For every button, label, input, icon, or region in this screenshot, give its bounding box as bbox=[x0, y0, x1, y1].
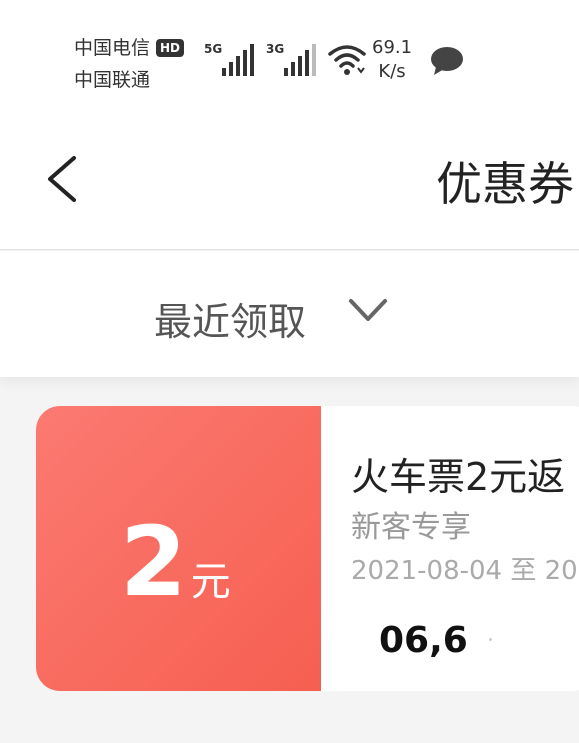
coupon-code: 06,6 bbox=[379, 620, 468, 661]
coupon-amount-panel: 2 元 bbox=[36, 406, 321, 691]
message-icon bbox=[431, 47, 463, 75]
speed-unit: K/s bbox=[378, 61, 406, 82]
wifi-icon bbox=[328, 45, 366, 75]
carrier-2-name: 中国联通 bbox=[74, 69, 151, 91]
filter-dropdown-label[interactable]: 最近领取 bbox=[154, 291, 306, 346]
status-bar: 中国电信 HD 中国联通 5G 3G 69.1 K/s bbox=[0, 0, 579, 110]
coupon-card[interactable]: 2 元 火车票2元返 新客专享 2021-08-04 至 20 06,6 bbox=[36, 406, 579, 691]
back-button[interactable] bbox=[40, 154, 84, 204]
coupon-tag: 新客专享 bbox=[351, 510, 471, 545]
coupon-title: 火车票2元返 bbox=[351, 455, 566, 499]
coupon-amount-value: 2 bbox=[120, 506, 187, 618]
signal-bars-icon bbox=[284, 44, 316, 76]
network-speed: 69.1 K/s bbox=[372, 36, 412, 84]
carrier-1-name: 中国电信 bbox=[74, 37, 151, 59]
hd-badge: HD bbox=[156, 39, 185, 57]
signal-bars-icon bbox=[222, 44, 254, 76]
coupon-amount-unit: 元 bbox=[190, 559, 231, 605]
page-header: 优惠券 bbox=[0, 110, 579, 250]
coupon-details: 火车票2元返 新客专享 2021-08-04 至 20 06,6 bbox=[321, 406, 579, 691]
separator-dot bbox=[489, 638, 492, 641]
coupon-validity-date: 2021-08-04 至 20 bbox=[351, 556, 578, 586]
carrier-info: 中国电信 HD 中国联通 bbox=[74, 32, 185, 96]
coupon-amount: 2 元 bbox=[120, 514, 231, 610]
filter-bar: 最近领取 bbox=[0, 251, 579, 377]
chevron-down-icon[interactable] bbox=[348, 297, 388, 323]
speed-value: 69.1 bbox=[372, 37, 413, 58]
page-title: 优惠券 bbox=[436, 157, 574, 211]
